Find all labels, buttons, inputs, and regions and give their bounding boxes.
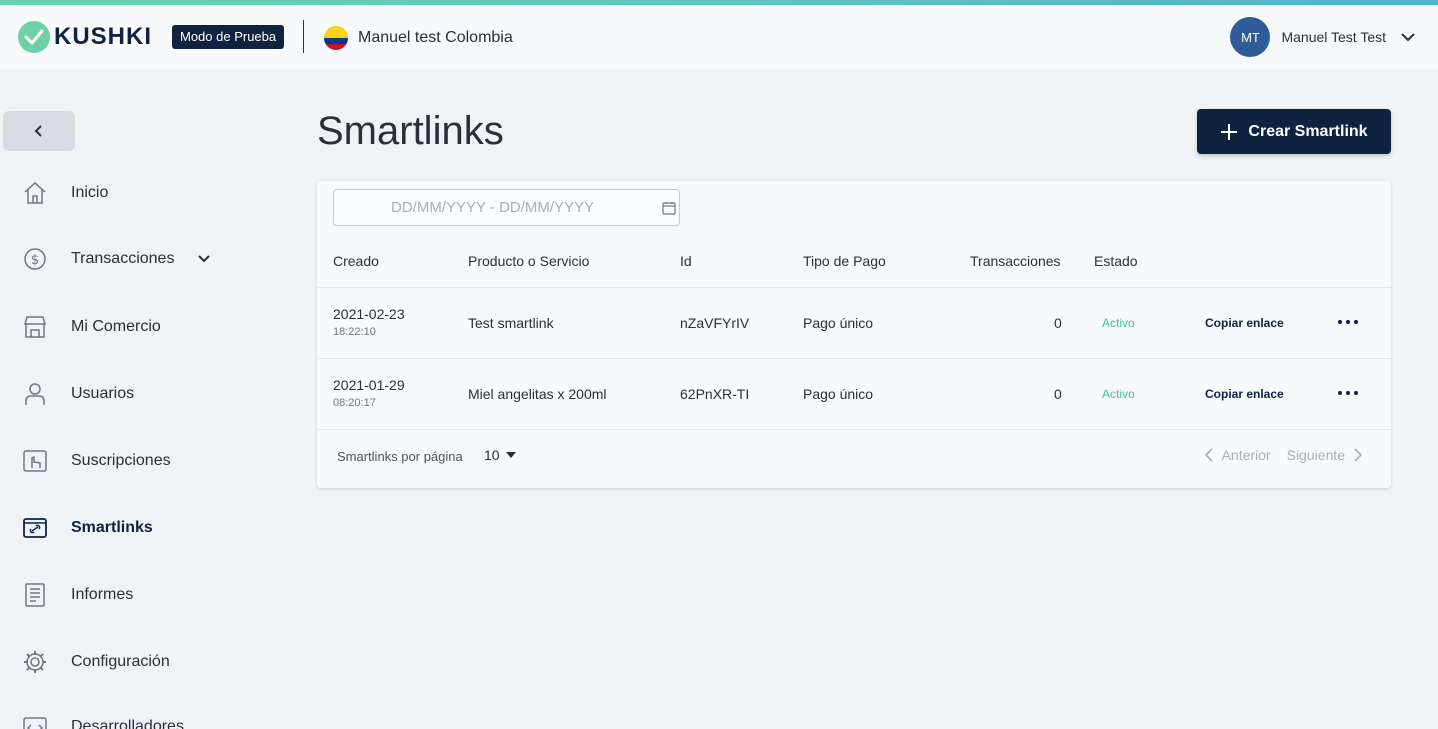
product-name: Miel angelitas x 200ml bbox=[468, 386, 607, 402]
created-time: 18:22:10 bbox=[333, 326, 376, 338]
gear-icon bbox=[22, 649, 48, 675]
sidebar-item-configuracion[interactable]: Configuración bbox=[22, 647, 262, 677]
merchant-name: Manuel test Colombia bbox=[358, 29, 513, 46]
divider bbox=[317, 358, 1391, 359]
status-badge: Activo bbox=[1102, 387, 1135, 401]
sidebar-item-label: Desarrolladores bbox=[71, 718, 184, 729]
avatar: MT bbox=[1230, 17, 1271, 57]
sidebar-item-label: Suscripciones bbox=[71, 452, 171, 469]
column-header-producto: Producto o Servicio bbox=[468, 253, 590, 269]
divider bbox=[317, 287, 1391, 288]
smartlinks-table-card: Creado Producto o Servicio Id Tipo de Pa… bbox=[317, 181, 1391, 488]
sidebar-item-smartlinks[interactable]: Smartlinks bbox=[22, 513, 262, 543]
per-page-value: 10 bbox=[484, 447, 500, 463]
column-header-id: Id bbox=[680, 253, 692, 269]
report-icon bbox=[22, 582, 48, 608]
sidebar-item-label: Mi Comercio bbox=[71, 318, 161, 335]
dollar-circle-icon: $ bbox=[22, 246, 48, 272]
divider bbox=[317, 429, 1391, 430]
user-icon bbox=[22, 381, 48, 407]
transactions-count: 0 bbox=[1054, 315, 1062, 331]
transactions-count: 0 bbox=[1054, 386, 1062, 402]
test-mode-badge: Modo de Prueba bbox=[172, 25, 285, 49]
link-icon bbox=[22, 515, 48, 541]
chevron-left-icon[interactable] bbox=[1204, 448, 1214, 462]
chevron-down-icon[interactable] bbox=[1400, 29, 1416, 45]
created-date: 2021-01-29 bbox=[333, 377, 405, 393]
more-options-icon[interactable] bbox=[1338, 317, 1358, 327]
chevron-right-icon[interactable] bbox=[1353, 448, 1363, 462]
sidebar-item-label: Usuarios bbox=[71, 385, 135, 402]
sidebar-item-label: Inicio bbox=[71, 184, 109, 201]
svg-text:$: $ bbox=[31, 253, 39, 268]
per-page-select[interactable]: 10 bbox=[484, 447, 516, 463]
date-range-field[interactable] bbox=[333, 189, 680, 226]
sidebar-item-label: Smartlinks bbox=[71, 519, 153, 536]
payment-type: Pago único bbox=[803, 386, 874, 402]
calendar-icon[interactable] bbox=[662, 201, 676, 215]
sidebar-item-desarrolladores[interactable]: Desarrolladores bbox=[22, 712, 262, 729]
column-header-tipo-pago: Tipo de Pago bbox=[803, 253, 886, 269]
smartlink-id: 62PnXR-TI bbox=[680, 386, 750, 402]
sidebar-item-suscripciones[interactable]: Suscripciones bbox=[22, 446, 262, 476]
sidebar-item-transacciones[interactable]: $ Transacciones bbox=[22, 244, 262, 274]
colombia-flag-icon bbox=[324, 26, 348, 50]
plus-icon bbox=[1221, 123, 1238, 140]
column-header-estado: Estado bbox=[1094, 253, 1138, 269]
created-date: 2021-02-23 bbox=[333, 306, 405, 322]
subscription-icon bbox=[22, 448, 48, 474]
previous-page-button[interactable]: Anterior bbox=[1222, 447, 1271, 463]
logo-check-icon bbox=[18, 21, 50, 53]
caret-down-icon bbox=[505, 452, 516, 458]
copy-link-button[interactable]: Copiar enlace bbox=[1205, 316, 1284, 330]
payment-type: Pago único bbox=[803, 315, 874, 331]
sidebar-item-label: Transacciones bbox=[71, 250, 175, 267]
created-time: 08:20:17 bbox=[333, 397, 376, 409]
next-page-button[interactable]: Siguiente bbox=[1287, 447, 1345, 463]
user-menu[interactable]: MT Manuel Test Test bbox=[1230, 17, 1416, 57]
code-icon bbox=[22, 714, 48, 729]
sidebar-item-label: Informes bbox=[71, 586, 134, 603]
date-range-input[interactable] bbox=[391, 199, 631, 216]
column-header-creado: Creado bbox=[333, 253, 379, 269]
merchant-selector[interactable]: Manuel test Colombia bbox=[324, 26, 513, 50]
sidebar-item-inicio[interactable]: Inicio bbox=[22, 178, 262, 208]
kushki-logo[interactable]: KUSHKI bbox=[18, 21, 152, 53]
sidebar-item-informes[interactable]: Informes bbox=[22, 580, 262, 610]
page-title: Smartlinks bbox=[317, 109, 504, 153]
logo-text: KUSHKI bbox=[54, 23, 153, 50]
pagination: Anterior Siguiente bbox=[1204, 447, 1363, 463]
store-icon bbox=[22, 314, 48, 340]
collapse-sidebar-button[interactable] bbox=[3, 111, 75, 151]
sidebar-item-usuarios[interactable]: Usuarios bbox=[22, 379, 262, 409]
copy-link-button[interactable]: Copiar enlace bbox=[1205, 387, 1284, 401]
status-badge: Activo bbox=[1102, 316, 1135, 330]
sidebar-item-mi-comercio[interactable]: Mi Comercio bbox=[22, 312, 262, 342]
top-header: KUSHKI Modo de Prueba Manuel test Colomb… bbox=[0, 5, 1438, 69]
user-name: Manuel Test Test bbox=[1281, 29, 1386, 45]
header-divider bbox=[303, 20, 304, 53]
create-smartlink-label: Crear Smartlink bbox=[1248, 122, 1368, 140]
product-name: Test smartlink bbox=[468, 315, 554, 331]
sidebar-item-label: Configuración bbox=[71, 653, 170, 670]
chevron-down-icon bbox=[198, 255, 210, 263]
smartlink-id: nZaVFYrIV bbox=[680, 315, 750, 331]
create-smartlink-button[interactable]: Crear Smartlink bbox=[1197, 109, 1391, 154]
chevron-left-icon bbox=[34, 125, 42, 137]
home-icon bbox=[22, 180, 48, 206]
per-page-label: Smartlinks por página bbox=[337, 449, 463, 464]
column-header-transacciones: Transacciones bbox=[970, 253, 1061, 269]
more-options-icon[interactable] bbox=[1338, 388, 1358, 398]
